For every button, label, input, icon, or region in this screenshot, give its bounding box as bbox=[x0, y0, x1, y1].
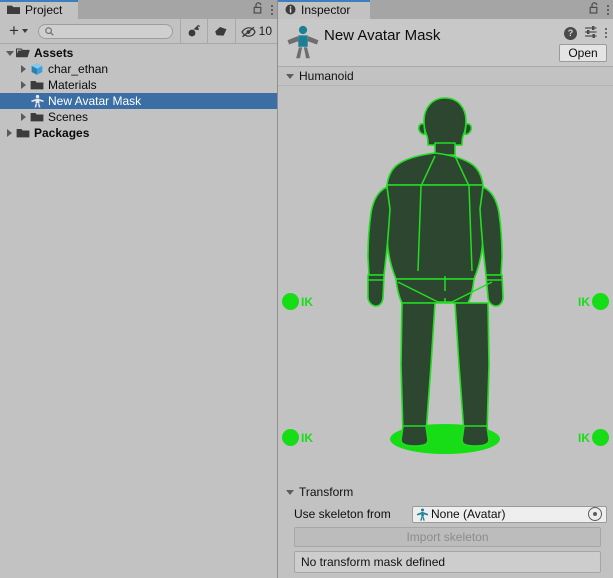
avatar-mask-icon bbox=[29, 93, 45, 109]
tree-item-packages-label: Packages bbox=[34, 126, 89, 140]
right-foot-ik-marker[interactable]: IK bbox=[578, 429, 609, 446]
transform-section-label: Transform bbox=[299, 485, 353, 499]
tree-item-packages[interactable]: Packages bbox=[0, 125, 277, 141]
preset-icon[interactable] bbox=[584, 25, 598, 41]
tree-item-char-ethan-label: char_ethan bbox=[48, 62, 108, 76]
foldout-transform-icon bbox=[286, 490, 294, 495]
eye-slash-icon bbox=[241, 25, 256, 38]
left-foot-ik-dot[interactable] bbox=[282, 429, 299, 446]
humanoid-section-header[interactable]: Humanoid bbox=[278, 67, 613, 86]
tree-item-materials[interactable]: Materials bbox=[0, 77, 277, 93]
inspector-tabstrip: Inspector bbox=[278, 0, 613, 19]
inspector-panel: Inspector bbox=[278, 0, 613, 578]
inspector-asset-title: New Avatar Mask bbox=[324, 24, 440, 48]
tab-project[interactable]: Project bbox=[0, 0, 78, 19]
foldout-materials[interactable] bbox=[18, 77, 29, 93]
filter-by-label-icon bbox=[214, 25, 228, 38]
lock-open-icon[interactable] bbox=[253, 2, 264, 17]
tree-item-char-ethan[interactable]: char_ethan bbox=[0, 61, 277, 77]
inspector-header-actions: ? bbox=[564, 25, 607, 41]
foldout-new-avatar-mask bbox=[18, 93, 29, 109]
left-hand-ik-marker[interactable]: IK bbox=[282, 293, 313, 310]
foldout-packages[interactable] bbox=[4, 125, 15, 141]
tree-item-scenes-label: Scenes bbox=[48, 110, 88, 124]
help-icon[interactable]: ? bbox=[564, 27, 577, 40]
project-panel: Project + bbox=[0, 0, 278, 578]
hidden-assets-toggle[interactable]: 10 bbox=[236, 19, 277, 44]
transform-section-header[interactable]: Transform bbox=[278, 483, 613, 501]
skeleton-object-field[interactable]: None (Avatar) bbox=[412, 506, 607, 523]
left-hand-ik-label: IK bbox=[301, 295, 313, 309]
project-tabstrip-actions bbox=[253, 0, 273, 19]
inspector-tabstrip-actions bbox=[589, 0, 609, 19]
folder-icon bbox=[29, 77, 45, 93]
right-foot-ik-label: IK bbox=[578, 431, 590, 445]
use-skeleton-from-row: Use skeleton from None (Avatar) bbox=[278, 504, 613, 524]
foldout-scenes[interactable] bbox=[18, 109, 29, 125]
kebab-menu-icon[interactable] bbox=[605, 28, 607, 38]
kebab-menu-icon[interactable] bbox=[607, 5, 609, 15]
avatar-mask-icon bbox=[286, 24, 320, 60]
use-skeleton-from-label: Use skeleton from bbox=[294, 507, 412, 521]
tab-inspector[interactable]: Inspector bbox=[278, 0, 370, 19]
tab-inspector-label: Inspector bbox=[301, 3, 350, 17]
filter-by-label-button[interactable] bbox=[208, 19, 234, 44]
tree-item-new-avatar-mask[interactable]: New Avatar Mask bbox=[0, 93, 277, 109]
right-foot-ik-dot[interactable] bbox=[592, 429, 609, 446]
skeleton-object-value: None (Avatar) bbox=[431, 507, 588, 521]
foldout-char-ethan[interactable] bbox=[18, 61, 29, 77]
open-button[interactable]: Open bbox=[559, 44, 607, 62]
tree-item-materials-label: Materials bbox=[48, 78, 97, 92]
filter-by-type-button[interactable] bbox=[181, 19, 207, 44]
object-picker-icon[interactable] bbox=[588, 507, 602, 521]
inspector-asset-header: New Avatar Mask ? Open bbox=[278, 19, 613, 67]
folder-open-icon bbox=[15, 45, 31, 61]
prefab-icon bbox=[29, 61, 45, 77]
tab-project-label: Project bbox=[25, 3, 62, 17]
hidden-assets-count: 10 bbox=[259, 24, 272, 38]
tree-item-scenes[interactable]: Scenes bbox=[0, 109, 277, 125]
transform-mask-info: No transform mask defined bbox=[294, 551, 601, 573]
plus-icon: + bbox=[9, 25, 19, 37]
search-input-field[interactable] bbox=[57, 24, 166, 38]
avatar-body-figure bbox=[278, 86, 613, 469]
folder-icon bbox=[15, 125, 31, 141]
transform-section: Transform Use skeleton from bbox=[278, 483, 613, 578]
tree-item-assets-label: Assets bbox=[34, 46, 73, 60]
left-foot-ik-marker[interactable]: IK bbox=[282, 429, 313, 446]
unity-editor-window: Project + bbox=[0, 0, 613, 578]
search-icon bbox=[45, 27, 54, 36]
tree-item-new-avatar-mask-label: New Avatar Mask bbox=[48, 94, 141, 108]
folder-icon bbox=[29, 109, 45, 125]
right-hand-ik-dot[interactable] bbox=[592, 293, 609, 310]
kebab-menu-icon[interactable] bbox=[271, 5, 273, 15]
add-asset-button[interactable]: + bbox=[5, 25, 32, 37]
folder-icon bbox=[7, 4, 20, 15]
right-hand-ik-label: IK bbox=[578, 295, 590, 309]
filter-by-type-icon bbox=[187, 24, 201, 38]
chevron-down-icon bbox=[22, 29, 28, 33]
project-asset-tree[interactable]: Assets char_ethan bbox=[0, 45, 277, 578]
search-input[interactable] bbox=[38, 24, 173, 39]
project-toolbar: + bbox=[0, 19, 277, 44]
right-hand-ik-marker[interactable]: IK bbox=[578, 293, 609, 310]
humanoid-section-label: Humanoid bbox=[299, 69, 354, 83]
import-skeleton-button[interactable]: Import skeleton bbox=[294, 527, 601, 547]
tree-item-assets[interactable]: Assets bbox=[0, 45, 277, 61]
humanoid-body-mask-editor[interactable]: IK IK IK IK bbox=[278, 86, 613, 469]
foldout-assets[interactable] bbox=[4, 45, 15, 61]
left-foot-ik-label: IK bbox=[301, 431, 313, 445]
lock-open-icon[interactable] bbox=[589, 2, 600, 17]
left-hand-ik-dot[interactable] bbox=[282, 293, 299, 310]
info-icon bbox=[285, 4, 296, 15]
project-tabstrip: Project bbox=[0, 0, 277, 19]
foldout-humanoid-icon bbox=[286, 74, 294, 79]
avatar-icon bbox=[416, 508, 429, 521]
